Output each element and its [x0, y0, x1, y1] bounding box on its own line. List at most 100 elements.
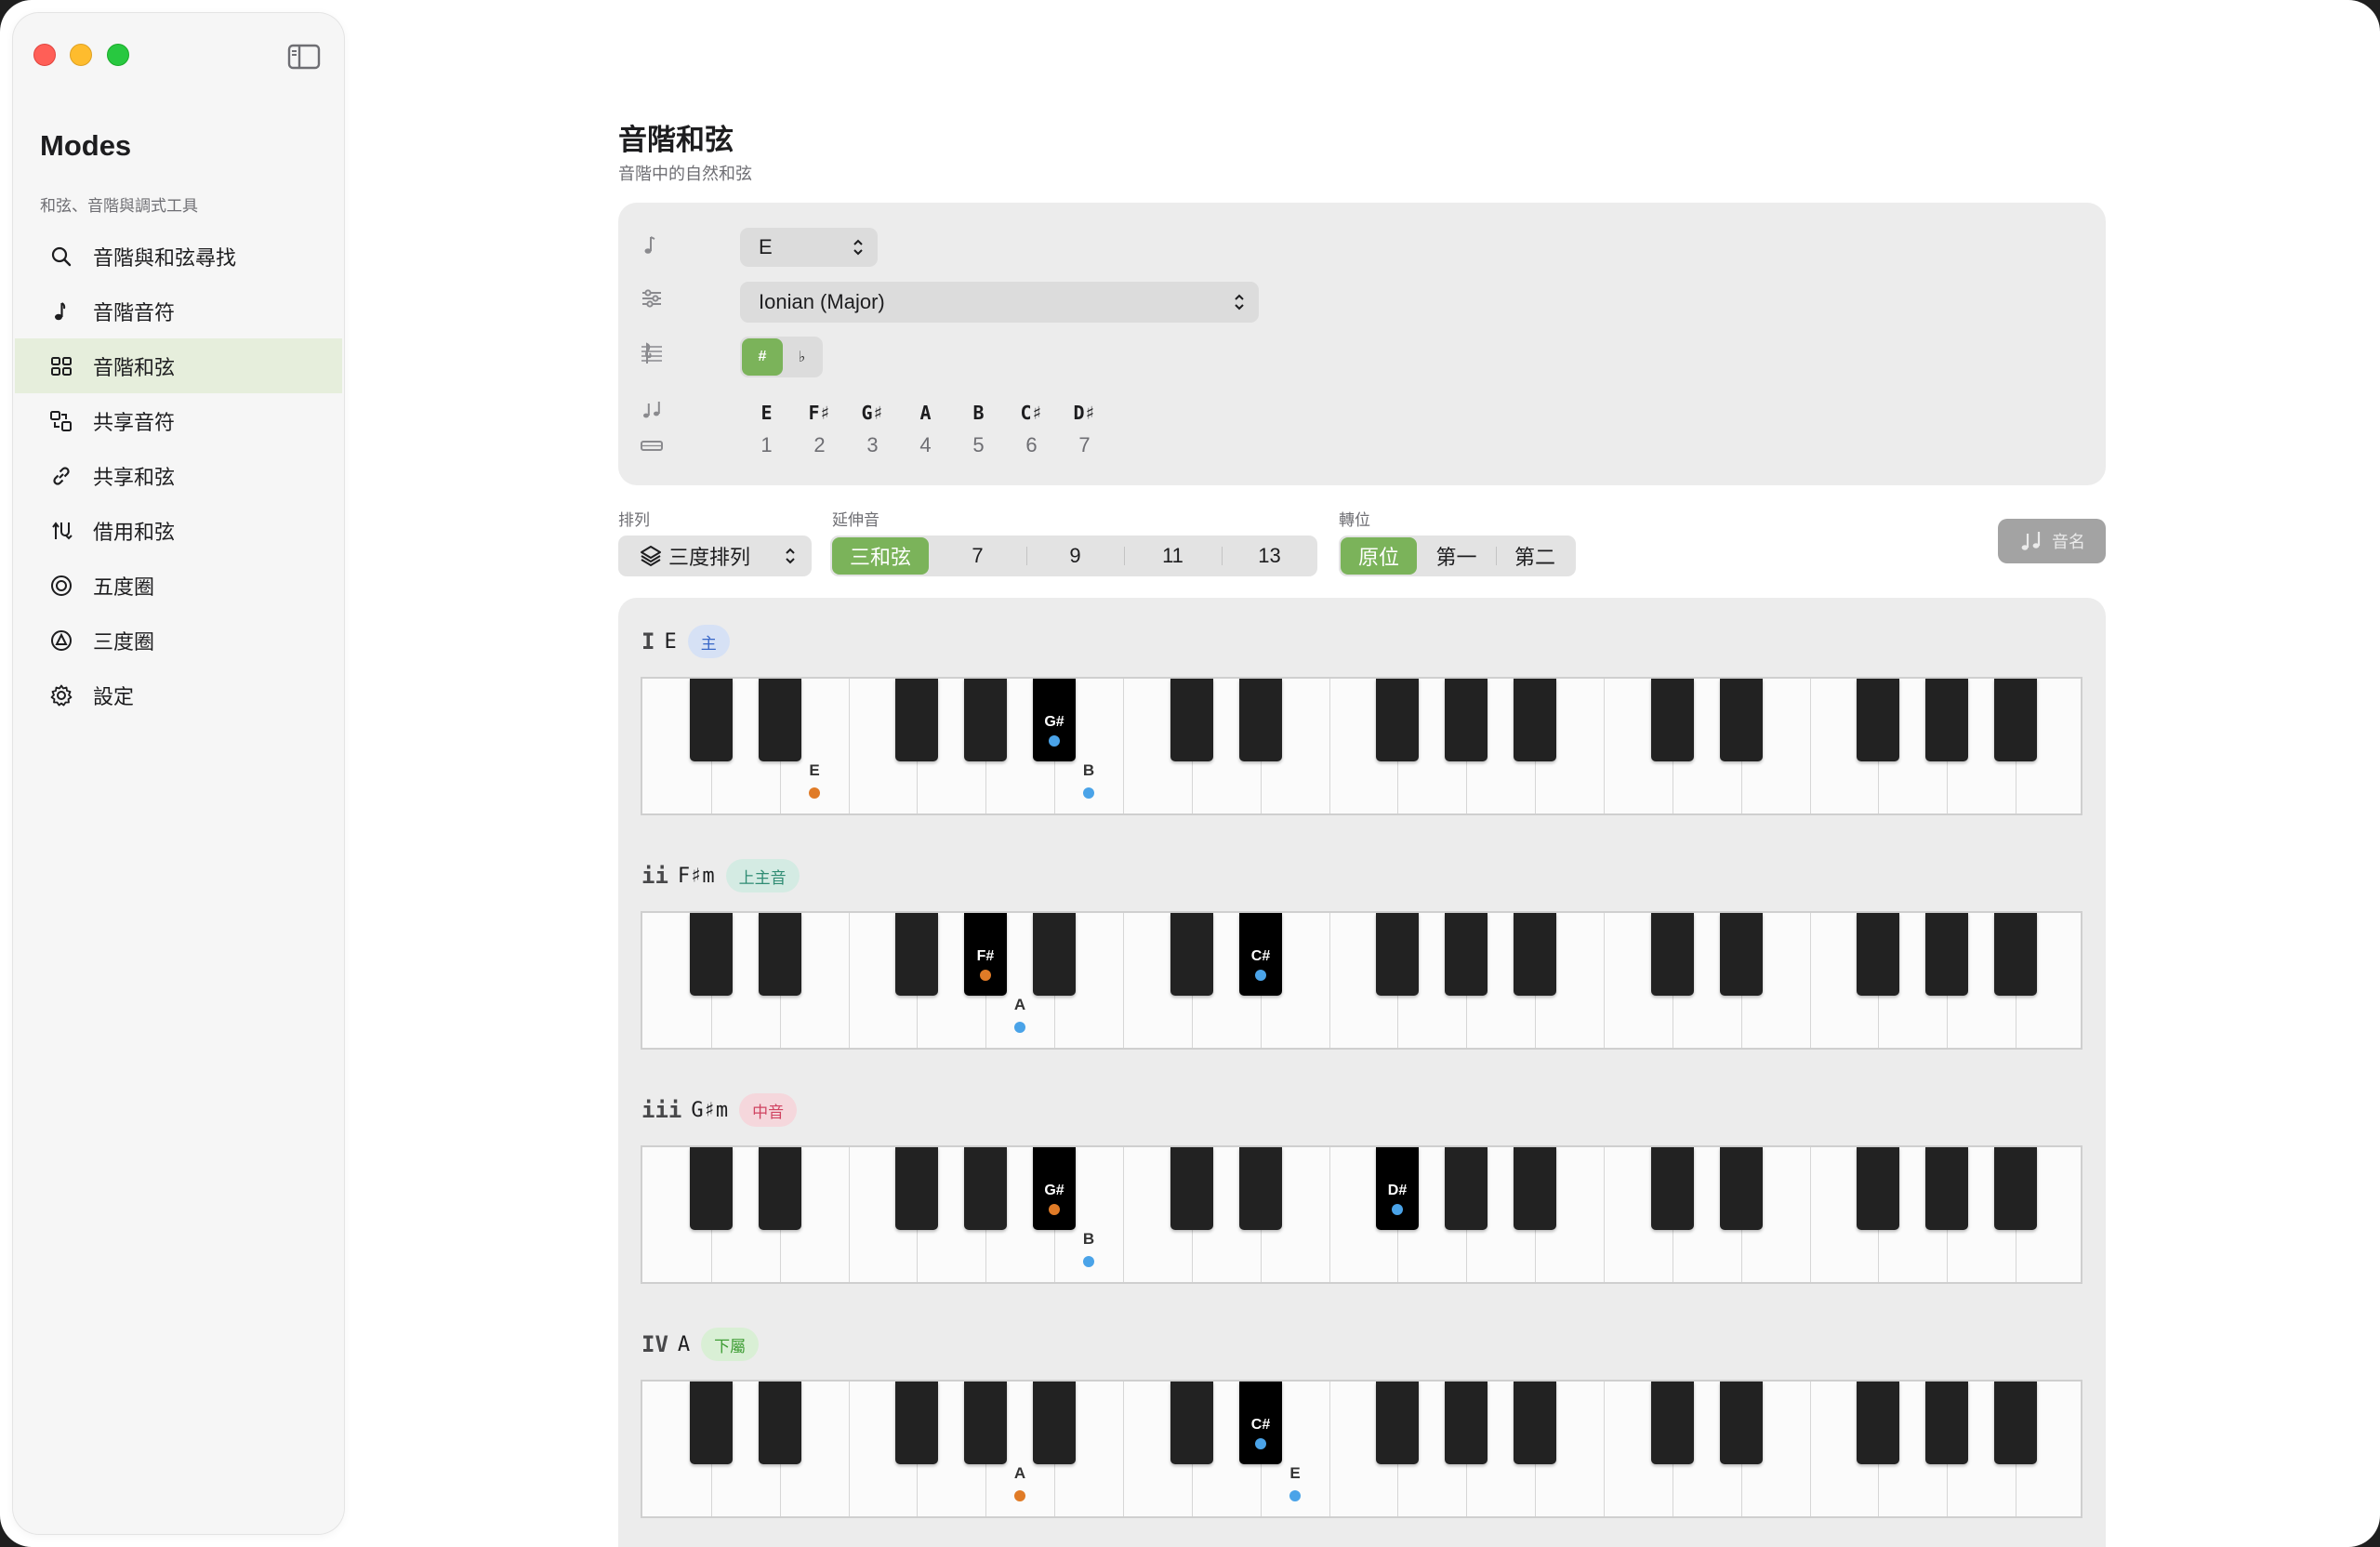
extension-option-9[interactable]: 9 — [1026, 537, 1124, 575]
black-key[interactable] — [690, 1147, 733, 1230]
black-key[interactable]: G# — [1033, 679, 1076, 761]
minimize-window-button[interactable] — [70, 44, 92, 66]
arrangement-label: 排列 — [618, 511, 650, 529]
sidebar-item-circle-of-thirds[interactable]: 三度圈 — [15, 613, 342, 668]
zoom-window-button[interactable] — [107, 44, 129, 66]
sidebar-toggle-icon[interactable] — [287, 44, 321, 70]
black-key[interactable] — [1033, 1382, 1076, 1464]
piano-keyboard[interactable]: G# E B — [641, 677, 2082, 815]
black-key[interactable] — [759, 679, 801, 761]
white-key-divider — [1123, 1382, 1124, 1516]
inversion-option-first[interactable]: 第一 — [1417, 537, 1496, 575]
extension-option-11[interactable]: 11 — [1124, 537, 1222, 575]
black-key[interactable] — [1445, 679, 1488, 761]
piano-keyboard[interactable]: F# C# A — [641, 911, 2082, 1050]
black-key[interactable] — [964, 1147, 1007, 1230]
close-window-button[interactable] — [33, 44, 56, 66]
inversion-label: 轉位 — [1339, 511, 1370, 529]
black-key[interactable] — [1857, 1382, 1899, 1464]
black-key[interactable] — [895, 679, 938, 761]
black-key[interactable] — [964, 1382, 1007, 1464]
black-key[interactable] — [1376, 679, 1419, 761]
note-name-button[interactable]: 音名 — [1998, 519, 2106, 563]
sidebar-item-settings[interactable]: 設定 — [15, 668, 342, 722]
black-key[interactable] — [1994, 913, 2037, 996]
black-key[interactable] — [1170, 913, 1213, 996]
black-key[interactable] — [895, 913, 938, 996]
sidebar-item-circle-of-fifths[interactable]: 五度圈 — [15, 558, 342, 613]
black-key[interactable] — [1445, 913, 1488, 996]
black-key[interactable] — [1445, 1382, 1488, 1464]
black-key[interactable] — [1651, 1382, 1694, 1464]
black-key[interactable] — [1994, 1147, 2037, 1230]
extension-option-triad[interactable]: 三和弦 — [832, 537, 929, 575]
black-key[interactable] — [1925, 679, 1968, 761]
sharp-option[interactable]: # — [742, 338, 783, 376]
black-key[interactable] — [1925, 913, 1968, 996]
page-title: 音階和弦 — [618, 124, 734, 156]
mode-select[interactable]: Ionian (Major) — [740, 282, 1259, 323]
sidebar-item-finder[interactable]: 音階與和弦尋找 — [15, 229, 342, 284]
black-key[interactable] — [1720, 679, 1763, 761]
extension-option-13[interactable]: 13 — [1222, 537, 1317, 575]
black-key[interactable]: C# — [1239, 1382, 1282, 1464]
key-select[interactable]: E — [740, 228, 878, 267]
black-key[interactable] — [690, 913, 733, 996]
white-key-divider — [1329, 1147, 1330, 1282]
black-key[interactable] — [1033, 913, 1076, 996]
piano-keyboard[interactable]: G# D# B — [641, 1145, 2082, 1284]
sidebar-item-shared-notes[interactable]: 共享音符 — [15, 393, 342, 448]
black-key[interactable] — [1925, 1382, 1968, 1464]
sidebar-item-shared-chords[interactable]: 共享和弦 — [15, 448, 342, 503]
black-key[interactable]: D# — [1376, 1147, 1419, 1230]
black-key[interactable] — [1376, 1382, 1419, 1464]
sidebar-item-scale-chords[interactable]: 音階和弦 — [15, 338, 342, 393]
black-key[interactable] — [1239, 1147, 1282, 1230]
black-key[interactable]: G# — [1033, 1147, 1076, 1230]
black-key[interactable] — [690, 1382, 733, 1464]
root-note-dot — [980, 970, 991, 981]
black-key[interactable] — [895, 1147, 938, 1230]
flat-option[interactable]: ♭ — [783, 338, 821, 376]
inversion-option-second[interactable]: 第二 — [1496, 537, 1574, 575]
black-key[interactable] — [759, 1382, 801, 1464]
black-key[interactable] — [1445, 1147, 1488, 1230]
chord-name: F♯m — [677, 864, 715, 888]
black-key[interactable]: F# — [964, 913, 1007, 996]
black-key[interactable] — [964, 679, 1007, 761]
sidebar-item-borrowed-chords[interactable]: 借用和弦 — [15, 503, 342, 558]
inversion-option-root[interactable]: 原位 — [1341, 537, 1417, 575]
black-key[interactable] — [1514, 1147, 1556, 1230]
black-key[interactable] — [1376, 913, 1419, 996]
arrangement-select[interactable]: 三度排列 — [618, 536, 812, 576]
black-key[interactable] — [1857, 1147, 1899, 1230]
extension-option-7[interactable]: 7 — [929, 537, 1026, 575]
piano-keyboard[interactable]: C# A E — [641, 1380, 2082, 1518]
black-key[interactable] — [895, 1382, 938, 1464]
black-key[interactable] — [1720, 913, 1763, 996]
black-key[interactable] — [1170, 1382, 1213, 1464]
black-key[interactable] — [1514, 679, 1556, 761]
black-key[interactable] — [1720, 1147, 1763, 1230]
black-key[interactable] — [1651, 679, 1694, 761]
black-key[interactable] — [1651, 913, 1694, 996]
black-key[interactable] — [1170, 679, 1213, 761]
black-key[interactable] — [1857, 913, 1899, 996]
black-key[interactable] — [759, 913, 801, 996]
black-key[interactable] — [1514, 913, 1556, 996]
black-key[interactable] — [1514, 1382, 1556, 1464]
black-key[interactable] — [1925, 1147, 1968, 1230]
black-key[interactable]: C# — [1239, 913, 1282, 996]
note-label: B — [1082, 761, 1095, 779]
black-key[interactable] — [690, 679, 733, 761]
sidebar-item-scale-notes[interactable]: 音階音符 — [15, 284, 342, 338]
black-key[interactable] — [1994, 679, 2037, 761]
black-key[interactable] — [1857, 679, 1899, 761]
black-key[interactable] — [1994, 1382, 2037, 1464]
black-key[interactable] — [1651, 1147, 1694, 1230]
scale-note: A4 — [919, 402, 932, 456]
black-key[interactable] — [1170, 1147, 1213, 1230]
black-key[interactable] — [1239, 679, 1282, 761]
black-key[interactable] — [1720, 1382, 1763, 1464]
black-key[interactable] — [759, 1147, 801, 1230]
